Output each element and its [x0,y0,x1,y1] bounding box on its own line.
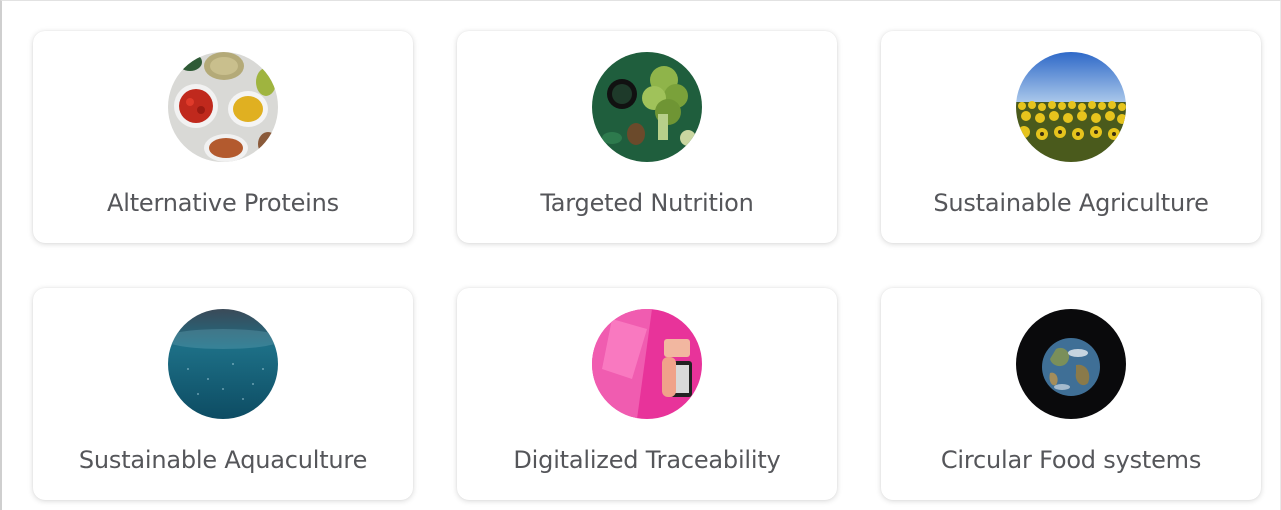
greens-broccoli-image [592,52,702,162]
category-card-circular-food-systems[interactable]: Circular Food systems [881,288,1261,500]
category-label: Digitalized Traceability [513,446,781,474]
category-label: Sustainable Aquaculture [78,446,368,474]
earth-globe-image [1016,309,1126,419]
category-grid: Alternative Proteins Targeted Nutrition … [33,31,1263,501]
category-card-digitalized-traceability[interactable]: Digitalized Traceability [457,288,837,500]
pink-phone-scan-image [592,309,702,419]
category-card-sustainable-agriculture[interactable]: Sustainable Agriculture [881,31,1261,243]
spices-bowls-image [168,52,278,162]
page-frame: Alternative Proteins Targeted Nutrition … [0,0,1281,510]
category-label: Alternative Proteins [107,189,339,217]
sunflower-field-image [1016,52,1126,162]
category-label: Targeted Nutrition [540,189,754,217]
category-label: Sustainable Agriculture [933,189,1209,217]
category-card-targeted-nutrition[interactable]: Targeted Nutrition [457,31,837,243]
category-card-sustainable-aquaculture[interactable]: Sustainable Aquaculture [33,288,413,500]
category-label: Circular Food systems [940,446,1202,474]
category-card-alternative-proteins[interactable]: Alternative Proteins [33,31,413,243]
underwater-ocean-image [168,309,278,419]
